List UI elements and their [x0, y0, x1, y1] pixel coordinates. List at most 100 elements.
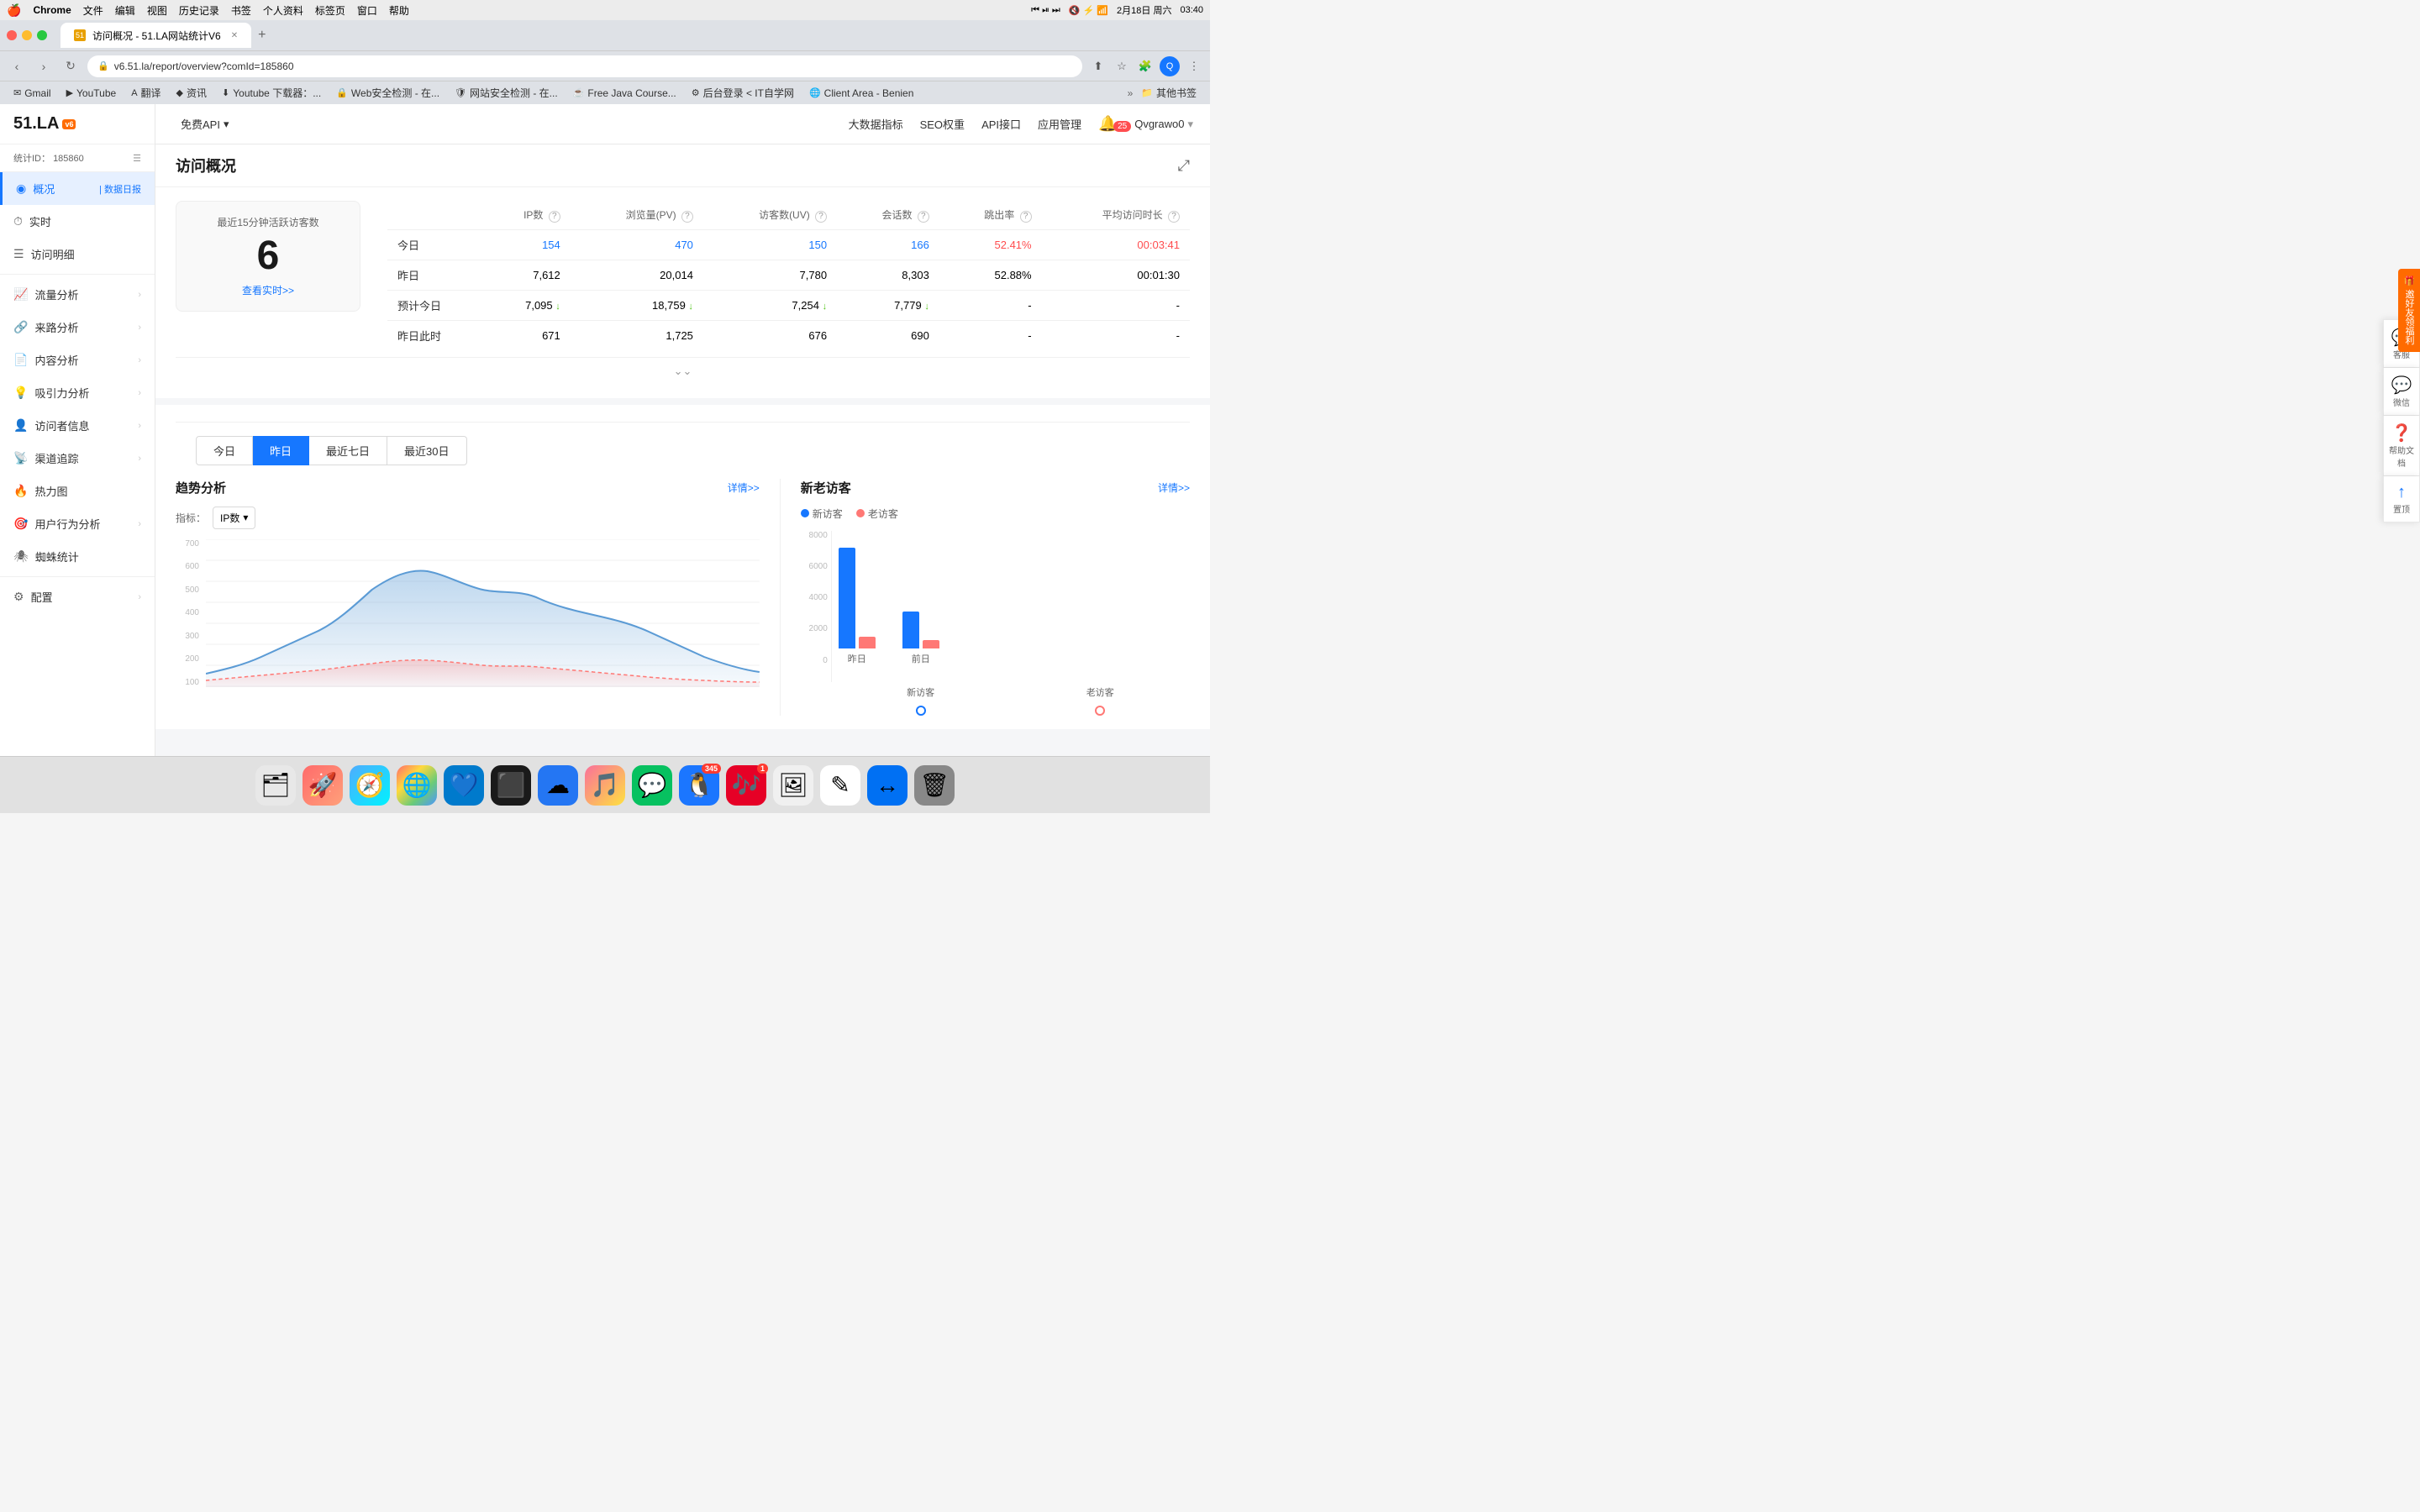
dock-chrome[interactable]: 🌐: [397, 765, 437, 806]
dock-trash[interactable]: 🗑: [914, 765, 955, 806]
menu-profile[interactable]: 个人资料: [263, 3, 303, 18]
tab-7days[interactable]: 最近七日: [309, 436, 387, 465]
overview-label: 概况: [33, 181, 55, 197]
menu-bookmarks[interactable]: 书签: [231, 3, 251, 18]
bookmark-translate[interactable]: A 翻译: [124, 83, 167, 102]
collapse-button[interactable]: ⌄⌄: [176, 357, 1190, 385]
dock-baidu[interactable]: ☁: [538, 765, 578, 806]
profile-icon[interactable]: Q: [1160, 56, 1180, 76]
bookmark-others[interactable]: 📁 其他书签: [1134, 83, 1203, 102]
bookmark-sitesec[interactable]: 🛡 网站安全检测 - 在...: [448, 83, 565, 102]
dock-launchpad[interactable]: 🚀: [302, 765, 343, 806]
bookmark-youtube-dl[interactable]: ⬇ Youtube 下载器：...: [215, 83, 328, 102]
invite-banner[interactable]: 🎁 邀好友领福利: [2398, 269, 2420, 352]
share-icon[interactable]: ⬆: [1089, 57, 1107, 76]
bookmark-client[interactable]: 🌐 Client Area - Benien: [802, 85, 920, 102]
share-button[interactable]: ⤢: [1178, 157, 1190, 175]
tab-yesterday[interactable]: 昨日: [253, 436, 309, 465]
bounce-help-icon[interactable]: ?: [1020, 211, 1032, 223]
media-controls[interactable]: ⏮ ⏯ ⏭: [1031, 5, 1060, 16]
metric-dropdown[interactable]: IP数 ▾: [213, 507, 255, 529]
filter-icon[interactable]: ☰: [133, 153, 141, 164]
maximize-button[interactable]: [37, 30, 47, 40]
dock-music[interactable]: 🎵: [585, 765, 625, 806]
trend-detail-link[interactable]: 详情>>: [728, 480, 760, 495]
sidebar-item-traffic[interactable]: 📈 流量分析 ›: [0, 278, 155, 311]
nav-seo[interactable]: SEO权重: [920, 116, 965, 132]
dock-wechat[interactable]: 💬: [632, 765, 672, 806]
realtime-link[interactable]: 查看实时>>: [197, 283, 339, 297]
pv-today: 470: [571, 229, 703, 260]
bookmark-it[interactable]: ⚙ 后台登录 < IT自学网: [685, 83, 801, 102]
url-bar[interactable]: 🔒 v6.51.la/report/overview?comId=185860: [87, 55, 1082, 77]
session-help-icon[interactable]: ?: [918, 211, 929, 223]
pv-help-icon[interactable]: ?: [681, 211, 693, 223]
bookmark-gmail[interactable]: ✉ Gmail: [7, 85, 58, 102]
sidebar-item-visitor[interactable]: 👤 访问者信息 ›: [0, 409, 155, 442]
nav-bigdata[interactable]: 大数据指标: [849, 116, 903, 132]
more-icon[interactable]: ⋮: [1185, 57, 1203, 76]
dock-qq[interactable]: 🐧 345: [679, 765, 719, 806]
menubar-right: ⏮ ⏯ ⏭ 🔇 ⚡ 📶 2月18日 周六 03:40: [1031, 3, 1203, 17]
menu-view[interactable]: 视图: [147, 3, 167, 18]
dock-netease[interactable]: 🎶 1: [726, 765, 766, 806]
sidebar-item-content[interactable]: 📄 内容分析 ›: [0, 344, 155, 376]
float-help[interactable]: ❓ 帮助文档: [2383, 416, 2420, 476]
visitors-detail-link[interactable]: 详情>>: [1158, 480, 1190, 495]
apple-icon[interactable]: 🍎: [7, 3, 21, 18]
date-tabs-container: 今日 昨日 最近七日 最近30日: [155, 398, 1210, 465]
sidebar-item-source[interactable]: 🔗 来路分析 ›: [0, 311, 155, 344]
bookmark-news[interactable]: ◆ 资讯: [170, 83, 213, 102]
bookmarks-more-button[interactable]: »: [1128, 87, 1134, 99]
float-top[interactable]: ↑ 置顶: [2383, 476, 2420, 522]
stats-table: IP数 ? 浏览量(PV) ? 访客数(UV) ?: [387, 201, 1190, 350]
dock-finder[interactable]: 🗂: [255, 765, 296, 806]
tab-30days[interactable]: 最近30日: [387, 436, 466, 465]
nav-appmanage[interactable]: 应用管理: [1038, 116, 1081, 132]
dock-safari[interactable]: 🧭: [350, 765, 390, 806]
bookmark-java[interactable]: ☕ Free Java Course...: [566, 85, 683, 102]
sidebar-item-overview[interactable]: ◉ 概况 | 数据日报: [0, 172, 155, 205]
close-button[interactable]: [7, 30, 17, 40]
extension-icon[interactable]: 🧩: [1136, 57, 1155, 76]
dock-vscode[interactable]: 💙: [444, 765, 484, 806]
menu-history[interactable]: 历史记录: [179, 3, 219, 18]
nav-api[interactable]: API接口: [981, 116, 1021, 132]
menu-chrome[interactable]: Chrome: [33, 4, 71, 16]
ip-help-icon[interactable]: ?: [549, 211, 560, 223]
sidebar-item-channel[interactable]: 📡 渠道追踪 ›: [0, 442, 155, 475]
sidebar-item-realtime[interactable]: ⏱ 实时: [0, 205, 155, 238]
bookmark-icon[interactable]: ☆: [1113, 57, 1131, 76]
minimize-button[interactable]: [22, 30, 32, 40]
avgtime-help-icon[interactable]: ?: [1168, 211, 1180, 223]
float-wechat[interactable]: 💬 微信: [2383, 368, 2420, 416]
menu-window[interactable]: 窗口: [357, 3, 377, 18]
menu-edit[interactable]: 编辑: [115, 3, 135, 18]
sidebar-item-attract[interactable]: 💡 吸引力分析 ›: [0, 376, 155, 409]
dock-preview[interactable]: 🖼: [773, 765, 813, 806]
forward-button[interactable]: ›: [34, 56, 54, 76]
tab-close-icon[interactable]: ✕: [231, 31, 238, 40]
sidebar-item-heatmap[interactable]: 🔥 热力图: [0, 475, 155, 507]
dock-terminal[interactable]: ⬛: [491, 765, 531, 806]
uv-help-icon[interactable]: ?: [815, 211, 827, 223]
sidebar-item-spider[interactable]: 🕷 蜘蛛统计: [0, 540, 155, 573]
free-api-button[interactable]: 免费API ▾: [172, 111, 238, 137]
dock-teleport[interactable]: ↔: [867, 765, 908, 806]
traffic-arrow: ›: [138, 290, 141, 300]
tab-today[interactable]: 今日: [196, 436, 253, 465]
menu-file[interactable]: 文件: [83, 3, 103, 18]
menu-tabs[interactable]: 标签页: [315, 3, 345, 18]
refresh-button[interactable]: ↻: [60, 56, 81, 76]
bookmark-youtube[interactable]: ▶ YouTube: [60, 85, 124, 102]
sidebar-item-behavior[interactable]: 🎯 用户行为分析 ›: [0, 507, 155, 540]
menu-help[interactable]: 帮助: [389, 3, 409, 18]
new-tab-button[interactable]: +: [251, 24, 272, 46]
sidebar-item-config[interactable]: ⚙ 配置 ›: [0, 580, 155, 613]
dock-bbedit[interactable]: ✎: [820, 765, 860, 806]
user-dropdown-icon[interactable]: ▾: [1187, 118, 1193, 131]
back-button[interactable]: ‹: [7, 56, 27, 76]
active-tab[interactable]: 51 访问概况 - 51.LA网站统计V6 ✕: [60, 23, 251, 48]
sidebar-item-visit-detail[interactable]: ☰ 访问明细: [0, 238, 155, 270]
bookmark-websec[interactable]: 🔒 Web安全检测 - 在...: [329, 83, 446, 102]
